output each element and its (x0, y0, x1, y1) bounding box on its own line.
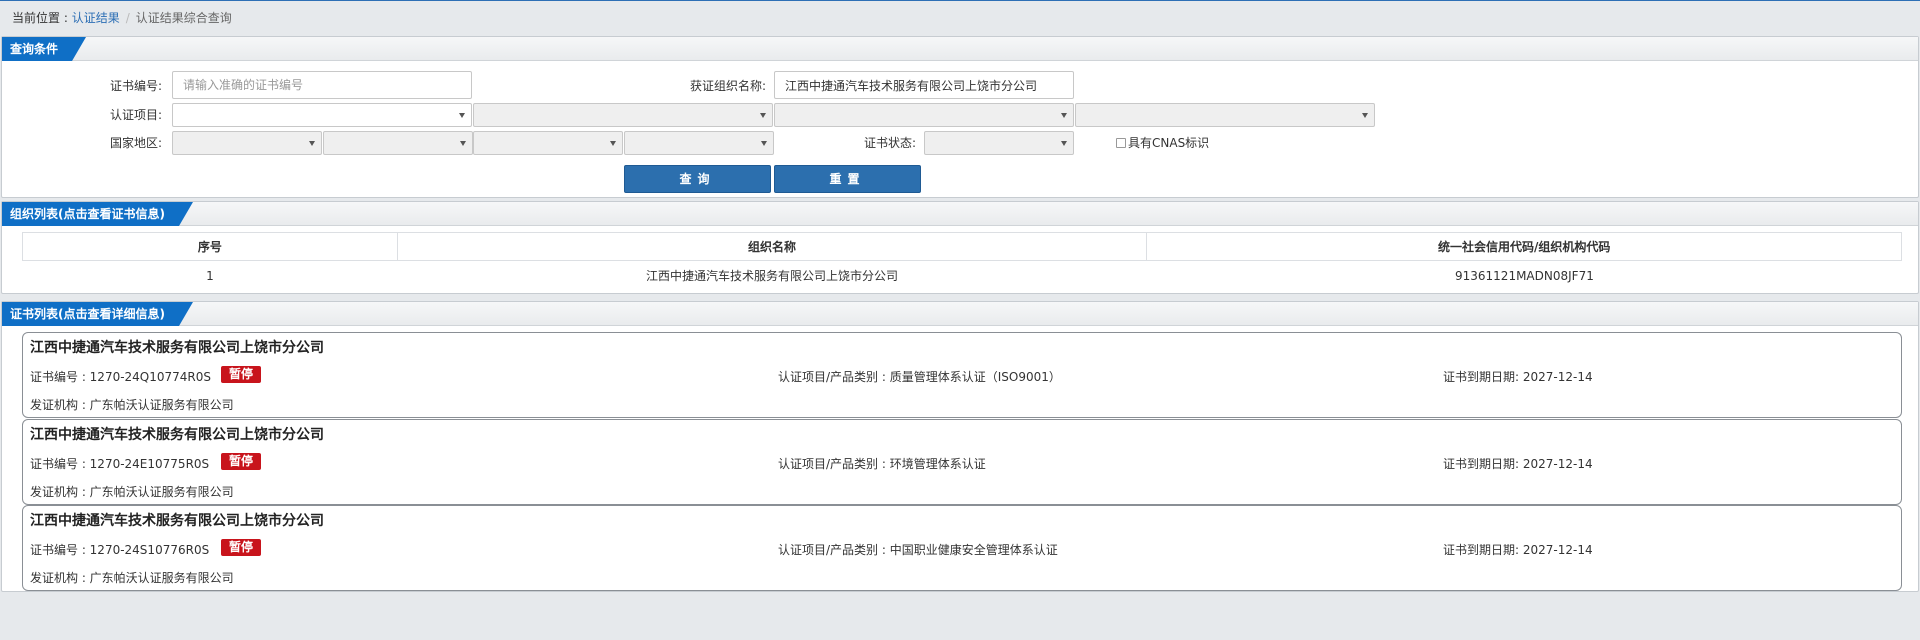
cert-card[interactable]: 江西中捷通汽车技术服务有限公司上饶市分公司 证书编号 : 1270-24S107… (22, 505, 1902, 591)
chevron-down-icon (1362, 113, 1368, 118)
chevron-down-icon (460, 141, 466, 146)
chevron-down-icon (459, 113, 465, 118)
cnas-checkbox[interactable] (1116, 138, 1126, 148)
cert-number: 证书编号 : 1270-24E10775R0S (30, 457, 210, 471)
region-select-2[interactable] (323, 131, 473, 155)
org-list-panel-title: 组织列表(点击查看证书信息) (2, 202, 193, 226)
cert-list-panel: 证书列表(点击查看详细信息) 江西中捷通汽车技术服务有限公司上饶市分公司 证书编… (1, 301, 1919, 592)
cert-category: 认证项目/产品类别 : 质量管理体系认证（ISO9001） (778, 370, 1061, 384)
query-panel-title: 查询条件 (2, 37, 86, 61)
chevron-down-icon (1061, 141, 1067, 146)
project-select-2[interactable] (473, 103, 773, 127)
cert-issuer: 发证机构 : 广东帕沃认证服务有限公司 (30, 571, 234, 585)
cert-org-name: 江西中捷通汽车技术服务有限公司上饶市分公司 (30, 340, 324, 356)
cell-credit-code: 91361121MADN08JF71 (1455, 268, 1594, 283)
column-header-index: 序号 (22, 232, 398, 261)
cert-no-input[interactable] (172, 71, 472, 99)
cert-card[interactable]: 江西中捷通汽车技术服务有限公司上饶市分公司 证书编号 : 1270-24E107… (22, 419, 1902, 505)
cert-org-name: 江西中捷通汽车技术服务有限公司上饶市分公司 (30, 427, 324, 443)
chevron-down-icon (610, 141, 616, 146)
project-label: 认证项目: (109, 108, 162, 122)
table-row[interactable]: 1 江西中捷通汽车技术服务有限公司上饶市分公司 91361121MADN08JF… (23, 261, 1902, 291)
breadcrumb-prefix: 当前位置 : (12, 11, 72, 25)
status-label: 证书状态: (863, 136, 916, 150)
breadcrumb-separator: / (125, 11, 130, 25)
cert-expiry: 证书到期日期: 2027-12-14 (1443, 543, 1593, 557)
status-badge: 暂停 (221, 366, 261, 383)
query-panel: 查询条件 证书编号: 获证组织名称: 认证项目: 国家地区: 证书状态: 具有C… (1, 36, 1919, 198)
org-name-input[interactable] (774, 71, 1074, 99)
project-select-1[interactable] (172, 103, 472, 127)
search-button[interactable]: 查询 (624, 165, 771, 193)
org-name-label: 获证组织名称: (689, 79, 766, 93)
status-select[interactable] (924, 131, 1074, 155)
cert-category: 认证项目/产品类别 : 环境管理体系认证 (778, 457, 986, 471)
org-table-header-row: 序号 组织名称 统一社会信用代码/组织机构代码 (22, 232, 1902, 261)
cert-category: 认证项目/产品类别 : 中国职业健康安全管理体系认证 (778, 543, 1058, 557)
project-select-4[interactable] (1075, 103, 1375, 127)
cert-org-name: 江西中捷通汽车技术服务有限公司上饶市分公司 (30, 513, 324, 529)
breadcrumb-current: 认证结果综合查询 (135, 11, 232, 25)
chevron-down-icon (309, 141, 315, 146)
reset-button[interactable]: 重置 (774, 165, 921, 193)
breadcrumb-link-results[interactable]: 认证结果 (72, 11, 120, 25)
region-select-1[interactable] (172, 131, 322, 155)
region-label: 国家地区: (109, 136, 162, 150)
query-panel-header: 查询条件 (2, 37, 1918, 61)
cnas-label: 具有CNAS标识 (1128, 136, 1210, 150)
cell-org-name: 江西中捷通汽车技术服务有限公司上饶市分公司 (646, 269, 899, 284)
column-header-org-name: 组织名称 (396, 232, 1148, 261)
status-badge: 暂停 (221, 539, 261, 556)
cert-expiry: 证书到期日期: 2027-12-14 (1443, 457, 1593, 471)
cert-number: 证书编号 : 1270-24Q10774R0S (30, 370, 212, 384)
column-header-credit-code: 统一社会信用代码/组织机构代码 (1146, 232, 1902, 261)
org-list-panel-header: 组织列表(点击查看证书信息) (2, 202, 1918, 226)
org-list-panel: 组织列表(点击查看证书信息) 序号 组织名称 统一社会信用代码/组织机构代码 1… (1, 201, 1919, 294)
cert-number: 证书编号 : 1270-24S10776R0S (30, 543, 210, 557)
org-table: 序号 组织名称 统一社会信用代码/组织机构代码 1 江西中捷通汽车技术服务有限公… (22, 232, 1902, 291)
cert-expiry: 证书到期日期: 2027-12-14 (1443, 370, 1593, 384)
chevron-down-icon (1061, 113, 1067, 118)
chevron-down-icon (761, 141, 767, 146)
cert-issuer: 发证机构 : 广东帕沃认证服务有限公司 (30, 398, 234, 412)
cert-list-panel-title: 证书列表(点击查看详细信息) (2, 302, 193, 326)
cell-index: 1 (206, 268, 214, 283)
region-select-4[interactable] (624, 131, 774, 155)
cert-no-label: 证书编号: (109, 79, 162, 93)
breadcrumb: 当前位置 : 认证结果 / 认证结果综合查询 (12, 9, 232, 27)
status-badge: 暂停 (221, 453, 261, 470)
chevron-down-icon (760, 113, 766, 118)
region-select-3[interactable] (473, 131, 623, 155)
cert-list-panel-header: 证书列表(点击查看详细信息) (2, 302, 1918, 326)
cert-issuer: 发证机构 : 广东帕沃认证服务有限公司 (30, 485, 234, 499)
cert-card[interactable]: 江西中捷通汽车技术服务有限公司上饶市分公司 证书编号 : 1270-24Q107… (22, 332, 1902, 418)
project-select-3[interactable] (774, 103, 1074, 127)
